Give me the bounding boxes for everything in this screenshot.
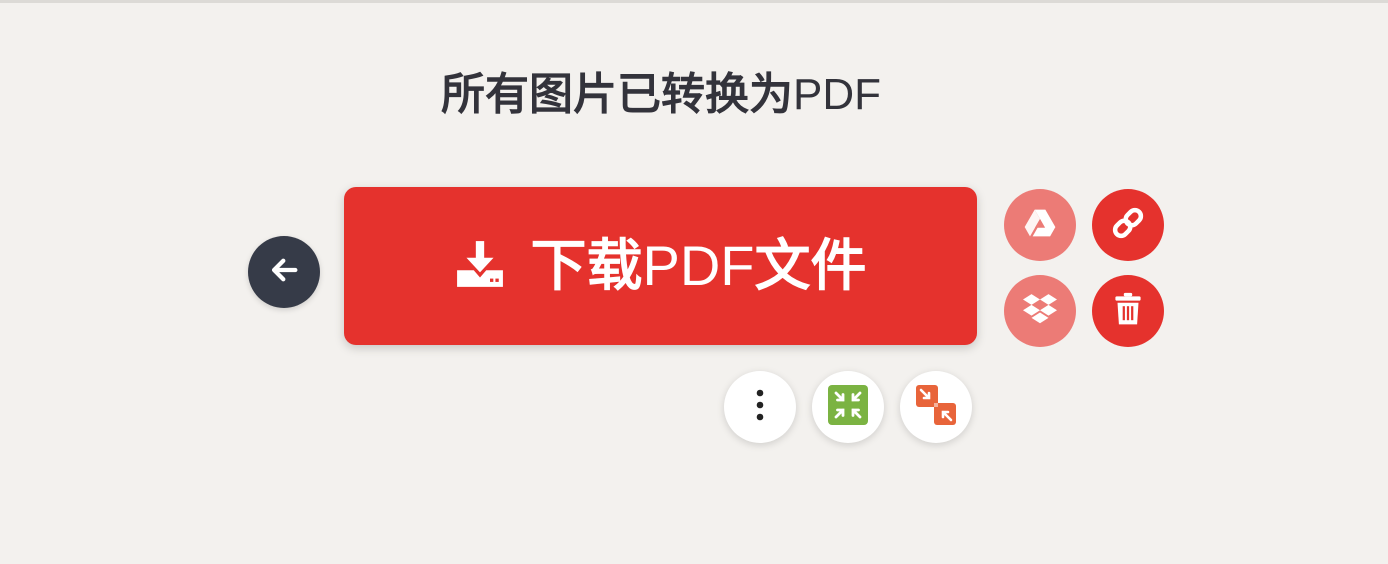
arrow-left-icon	[267, 253, 301, 291]
page-title: 所有图片已转换为PDF	[0, 65, 1322, 125]
trash-icon	[1114, 292, 1142, 330]
more-options-button[interactable]	[724, 371, 796, 443]
back-button[interactable]	[248, 236, 320, 308]
page-title-format: PDF	[793, 70, 881, 119]
save-to-google-drive-button[interactable]	[1004, 189, 1076, 261]
download-label-part-2: 文件	[754, 233, 867, 299]
download-icon	[455, 239, 505, 293]
link-icon	[1110, 205, 1146, 245]
more-vertical-icon	[755, 388, 765, 426]
download-label-part-1: 下载	[530, 233, 643, 299]
google-drive-icon	[1024, 208, 1056, 242]
compress-pdf-button[interactable]	[812, 371, 884, 443]
compress-pdf-icon	[828, 385, 868, 429]
share-link-button[interactable]	[1092, 189, 1164, 261]
save-to-dropbox-button[interactable]	[1004, 275, 1076, 347]
download-pdf-label: 下载PDF文件	[530, 233, 867, 299]
download-pdf-button[interactable]: 下载PDF文件	[344, 187, 977, 345]
dropbox-icon	[1023, 293, 1057, 329]
page-title-text: 所有图片已转换为	[441, 69, 793, 120]
delete-button[interactable]	[1092, 275, 1164, 347]
split-pdf-button[interactable]	[900, 371, 972, 443]
download-label-format: PDF	[642, 233, 755, 297]
split-pdf-icon	[915, 384, 957, 430]
